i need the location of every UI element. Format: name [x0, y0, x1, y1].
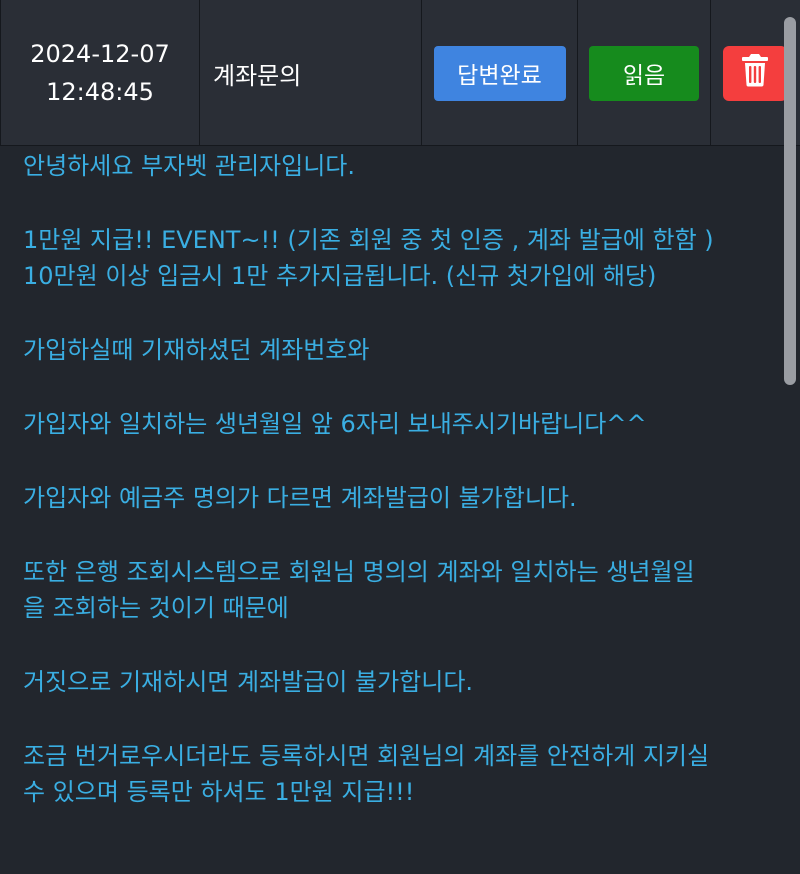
- message-header-row: 2024-12-07 12:48:45 계좌문의 답변완료 읽음: [0, 0, 800, 146]
- date-cell: 2024-12-07 12:48:45: [0, 0, 199, 146]
- message-line: 1만원 지급!! EVENT~!! (기존 회원 중 첫 인증 , 계좌 발급에…: [23, 226, 714, 254]
- vertical-scrollbar[interactable]: [782, 0, 800, 874]
- message-line: 가입하실때 기재하셨던 계좌번호와: [23, 336, 370, 364]
- scrollbar-thumb[interactable]: [784, 17, 796, 385]
- trash-icon: [740, 53, 770, 93]
- message-date: 2024-12-07: [30, 40, 170, 68]
- message-line: 가입자와 일치하는 생년월일 앞 6자리 보내주시기바랍니다^^: [23, 410, 647, 438]
- message-line: 을 조회하는 것이기 때문에: [23, 594, 289, 622]
- message-line: 가입자와 예금주 명의가 다르면 계좌발급이 불가합니다.: [23, 484, 577, 512]
- title-cell: 계좌문의: [199, 0, 421, 146]
- message-line: 10만원 이상 입금시 1만 추가지급됩니다. (신규 첫가입에 해당): [23, 262, 657, 290]
- message-line: 수 있으며 등록만 하셔도 1만원 지급!!!: [23, 778, 415, 806]
- read-button[interactable]: 읽음: [589, 45, 699, 101]
- message-line-blank: [23, 294, 762, 330]
- message-title: 계좌문의: [213, 61, 302, 90]
- message-line-blank: [23, 184, 762, 220]
- message-line: 또한 은행 조회시스템으로 회원님 명의의 계좌와 일치하는 생년월일: [23, 558, 695, 586]
- message-body: 안녕하세요 부자벳 관리자입니다. 1만원 지급!! EVENT~!! (기존 …: [0, 146, 782, 874]
- message-detail-view: 2024-12-07 12:48:45 계좌문의 답변완료 읽음 안녕하세요 부…: [0, 0, 800, 874]
- delete-button[interactable]: [723, 45, 787, 101]
- message-time: 12:48:45: [46, 78, 154, 106]
- message-line: 조금 번거로우시더라도 등록하시면 회원님의 계좌를 안전하게 지키실: [23, 742, 710, 770]
- message-line-blank: [23, 442, 762, 478]
- message-line-blank: [23, 368, 762, 404]
- message-line: 안녕하세요 부자벳 관리자입니다.: [23, 152, 356, 180]
- message-line-blank: [23, 626, 762, 662]
- message-line-blank: [23, 700, 762, 736]
- message-line-blank: [23, 516, 762, 552]
- read-cell: 읽음: [577, 0, 710, 146]
- status-cell: 답변완료: [421, 0, 577, 146]
- answered-status-button[interactable]: 답변완료: [433, 45, 566, 101]
- message-line: 거짓으로 기재하시면 계좌발급이 불가합니다.: [23, 668, 474, 696]
